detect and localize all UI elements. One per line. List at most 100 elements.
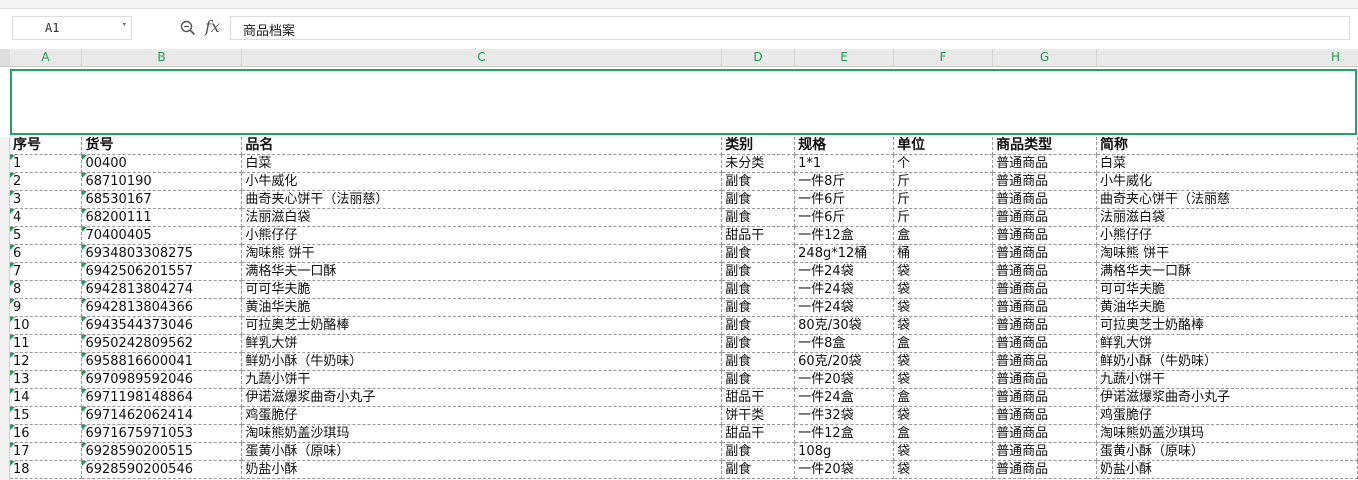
- table-cell[interactable]: 淘味熊 饼干: [241, 244, 723, 263]
- table-cell[interactable]: 6950242809562: [81, 334, 243, 353]
- table-cell[interactable]: 黄油华夫脆: [241, 298, 723, 317]
- table-cell[interactable]: 一件24袋: [794, 298, 895, 317]
- table-cell[interactable]: 普通商品: [992, 154, 1098, 173]
- table-cell[interactable]: 一件6斤: [794, 208, 895, 227]
- table-cell[interactable]: 6934803308275: [81, 244, 243, 263]
- table-cell[interactable]: 满格华夫一口酥: [1096, 262, 1358, 281]
- header-cell[interactable]: 序号: [10, 137, 83, 155]
- table-cell[interactable]: 6970989592046: [81, 370, 243, 389]
- table-cell[interactable]: 普通商品: [992, 352, 1098, 371]
- table-cell[interactable]: 可可华夫脆: [241, 280, 723, 299]
- table-cell[interactable]: 一件20袋: [794, 370, 895, 389]
- table-cell[interactable]: 鲜乳大饼: [1096, 334, 1358, 353]
- header-cell[interactable]: 货号: [81, 137, 243, 155]
- table-cell[interactable]: 普通商品: [992, 460, 1098, 479]
- table-cell[interactable]: 副食: [721, 298, 796, 317]
- table-cell[interactable]: 普通商品: [992, 190, 1098, 209]
- table-cell[interactable]: 法丽滋白袋: [241, 208, 723, 227]
- table-cell[interactable]: 68710190: [81, 172, 243, 191]
- table-cell[interactable]: 副食: [721, 262, 796, 281]
- table-cell[interactable]: 个: [893, 154, 994, 173]
- table-cell[interactable]: 普通商品: [992, 424, 1098, 443]
- table-cell[interactable]: 6942813804274: [81, 280, 243, 299]
- table-cell[interactable]: 白菜: [1096, 154, 1358, 173]
- table-cell[interactable]: 副食: [721, 280, 796, 299]
- table-cell[interactable]: 黄油华夫脆: [1096, 298, 1358, 317]
- table-cell[interactable]: 一件6斤: [794, 190, 895, 209]
- table-cell[interactable]: 甜品干: [721, 388, 796, 407]
- table-cell[interactable]: 68530167: [81, 190, 243, 209]
- table-cell[interactable]: 68200111: [81, 208, 243, 227]
- table-cell[interactable]: 70400405: [81, 226, 243, 245]
- table-cell[interactable]: 普通商品: [992, 370, 1098, 389]
- table-cell[interactable]: 普通商品: [992, 280, 1098, 299]
- table-cell[interactable]: 副食: [721, 442, 796, 461]
- table-cell[interactable]: 小熊仔仔: [241, 226, 723, 245]
- table-cell[interactable]: 鸡蛋脆仔: [1096, 406, 1358, 425]
- table-cell[interactable]: 6943544373046: [81, 316, 243, 335]
- column-header-f[interactable]: F: [894, 49, 993, 66]
- table-cell[interactable]: 普通商品: [992, 388, 1098, 407]
- table-cell[interactable]: 普通商品: [992, 208, 1098, 227]
- table-cell[interactable]: 6971198148864: [81, 388, 243, 407]
- table-cell[interactable]: 伊诺滋爆浆曲奇小丸子: [241, 388, 723, 407]
- zoom-icon[interactable]: [180, 20, 196, 36]
- column-header-d[interactable]: D: [722, 49, 795, 66]
- table-cell[interactable]: 12: [10, 352, 83, 371]
- table-cell[interactable]: 袋: [893, 298, 994, 317]
- table-cell[interactable]: 鸡蛋脆仔: [241, 406, 723, 425]
- table-cell[interactable]: 蛋黄小酥（原味）: [1096, 442, 1358, 461]
- table-cell[interactable]: 6: [10, 244, 83, 263]
- table-cell[interactable]: 普通商品: [992, 406, 1098, 425]
- table-cell[interactable]: 副食: [721, 316, 796, 335]
- table-cell[interactable]: 斤: [893, 208, 994, 227]
- table-cell[interactable]: 普通商品: [992, 244, 1098, 263]
- formula-input[interactable]: 商品档案: [230, 16, 1350, 40]
- header-cell[interactable]: 规格: [794, 137, 895, 155]
- column-header-b[interactable]: B: [82, 49, 242, 66]
- header-cell[interactable]: 简称: [1096, 137, 1358, 155]
- table-cell[interactable]: 未分类: [721, 154, 796, 173]
- column-header-c[interactable]: C: [242, 49, 722, 66]
- table-cell[interactable]: 九蔬小饼干: [241, 370, 723, 389]
- table-cell[interactable]: 14: [10, 388, 83, 407]
- column-header-h[interactable]: H: [1097, 49, 1358, 66]
- table-cell[interactable]: 袋: [893, 262, 994, 281]
- table-cell[interactable]: 鲜奶小酥（牛奶味）: [241, 352, 723, 371]
- table-cell[interactable]: 普通商品: [992, 226, 1098, 245]
- table-cell[interactable]: 一件32袋: [794, 406, 895, 425]
- table-cell[interactable]: 曲奇夹心饼干（法丽慈: [1096, 190, 1358, 209]
- table-cell[interactable]: 普通商品: [992, 262, 1098, 281]
- table-cell[interactable]: 10: [10, 316, 83, 335]
- table-cell[interactable]: 小牛威化: [241, 172, 723, 191]
- fx-icon[interactable]: fx: [205, 17, 220, 36]
- table-cell[interactable]: 小熊仔仔: [1096, 226, 1358, 245]
- table-cell[interactable]: 伊诺滋爆浆曲奇小丸子: [1096, 388, 1358, 407]
- table-cell[interactable]: 奶盐小酥: [241, 460, 723, 479]
- table-cell[interactable]: 袋: [893, 370, 994, 389]
- table-cell[interactable]: 饼干类: [721, 406, 796, 425]
- table-cell[interactable]: 普通商品: [992, 316, 1098, 335]
- table-cell[interactable]: 6971462062414: [81, 406, 243, 425]
- table-cell[interactable]: 8: [10, 280, 83, 299]
- header-cell[interactable]: 单位: [893, 137, 994, 155]
- table-cell[interactable]: 甜品干: [721, 226, 796, 245]
- table-cell[interactable]: 18: [10, 460, 83, 479]
- table-cell[interactable]: 袋: [893, 442, 994, 461]
- column-header-g[interactable]: G: [993, 49, 1097, 66]
- table-cell[interactable]: 可拉奥芝士奶酪棒: [241, 316, 723, 335]
- table-cell[interactable]: 袋: [893, 406, 994, 425]
- table-cell[interactable]: 11: [10, 334, 83, 353]
- table-cell[interactable]: 九蔬小饼干: [1096, 370, 1358, 389]
- table-cell[interactable]: 一件24盒: [794, 388, 895, 407]
- table-cell[interactable]: 副食: [721, 208, 796, 227]
- header-cell[interactable]: 商品类型: [992, 137, 1098, 155]
- table-cell[interactable]: 6942813804366: [81, 298, 243, 317]
- table-cell[interactable]: 108g: [794, 442, 895, 461]
- table-cell[interactable]: 盒: [893, 334, 994, 353]
- table-cell[interactable]: 7: [10, 262, 83, 281]
- table-cell[interactable]: 满格华夫一口酥: [241, 262, 723, 281]
- select-all-corner[interactable]: [0, 49, 10, 66]
- table-cell[interactable]: 6958816600041: [81, 352, 243, 371]
- table-cell[interactable]: 00400: [81, 154, 243, 173]
